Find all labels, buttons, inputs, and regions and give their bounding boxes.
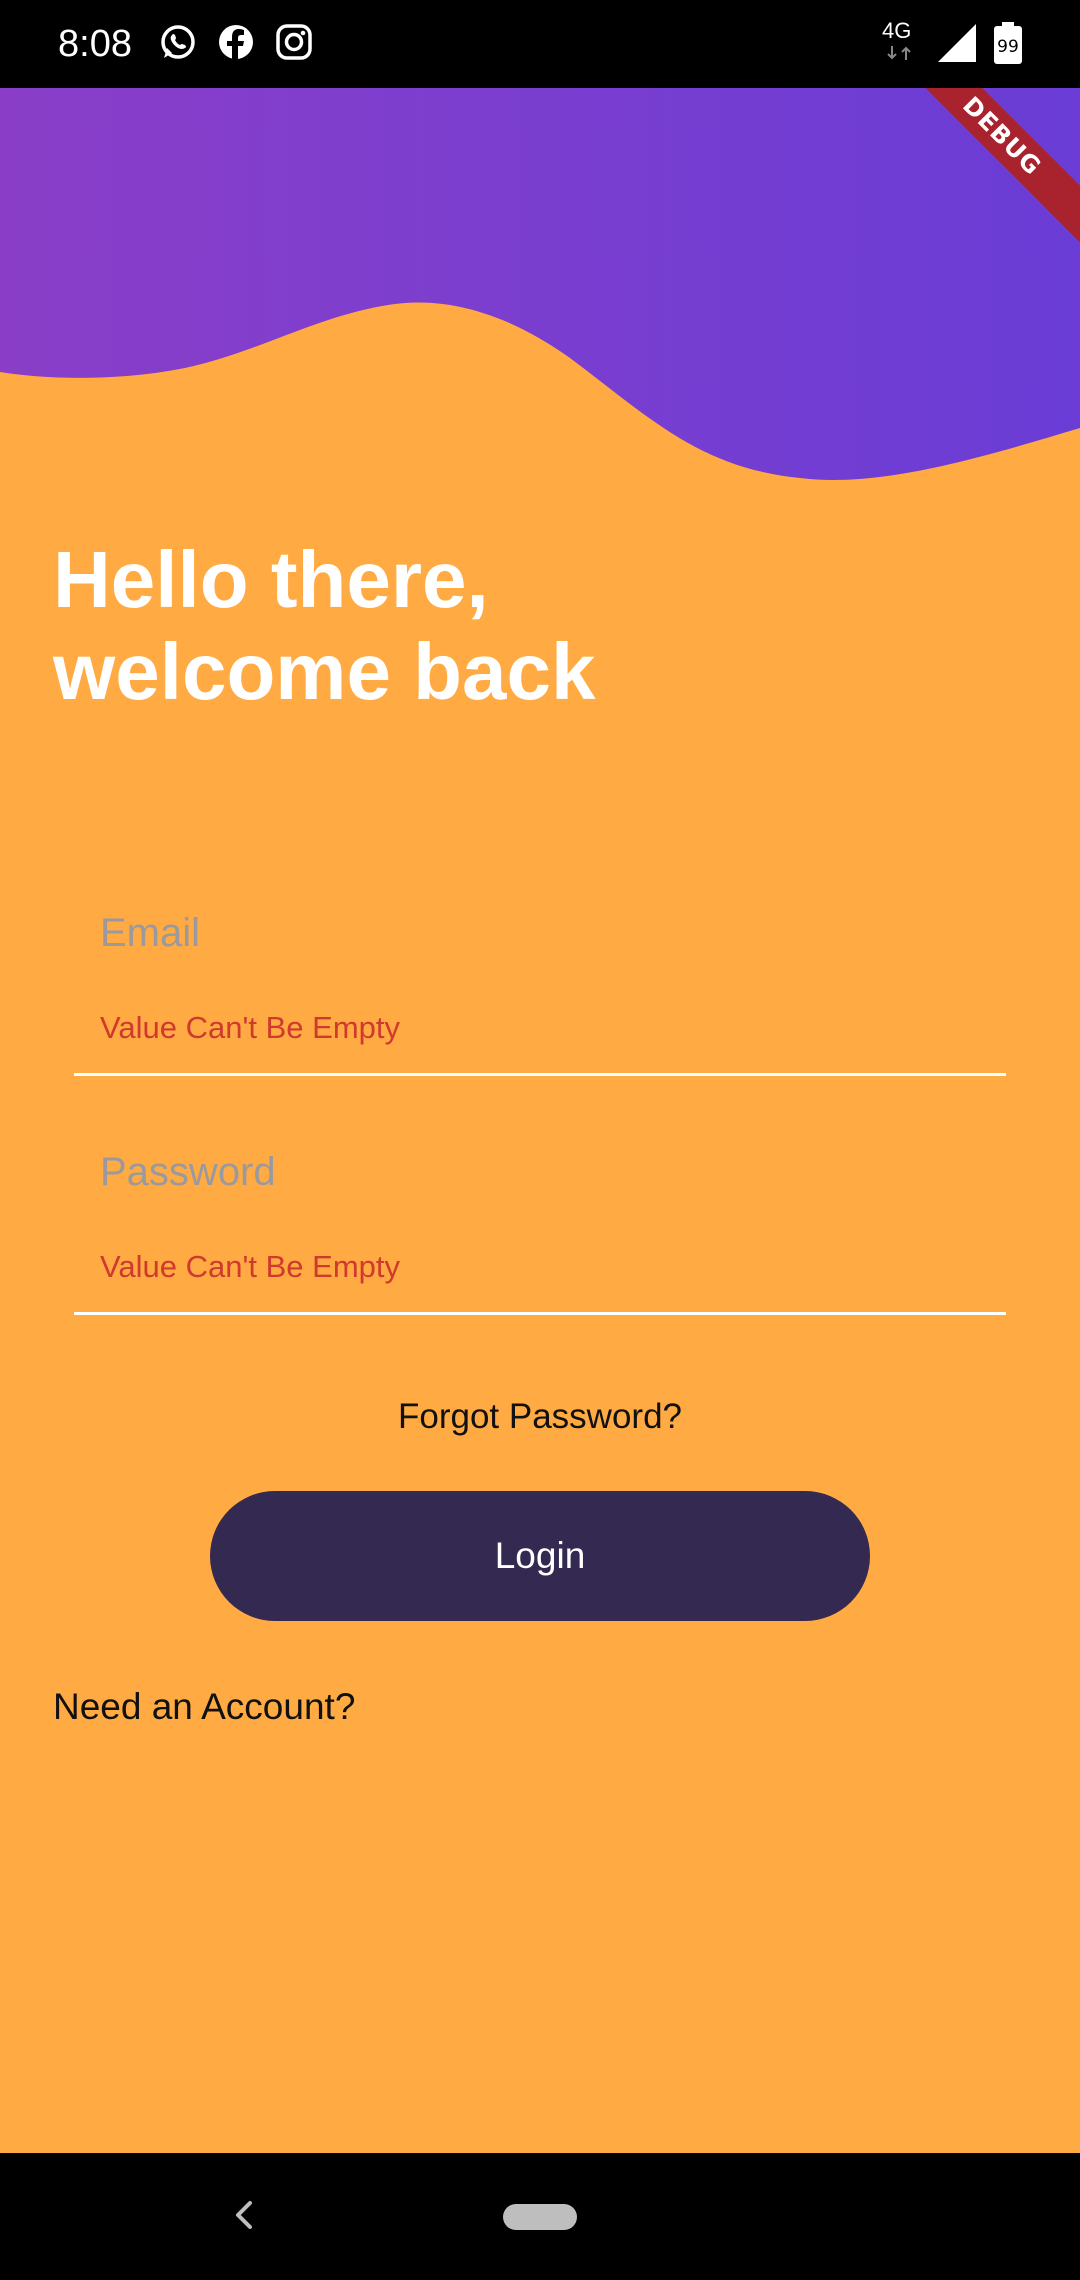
password-underline: [74, 1312, 1006, 1315]
status-bar: 8:08 4G 99: [0, 0, 1080, 88]
login-button[interactable]: Login: [210, 1491, 870, 1621]
greeting-heading: Hello there, welcome back: [53, 534, 953, 718]
greeting-line-1: Hello there,: [53, 535, 489, 624]
whatsapp-icon: [161, 25, 195, 59]
status-time: 8:08: [58, 23, 132, 65]
need-account-link[interactable]: Need an Account?: [53, 1684, 355, 1730]
network-type-label: 4G: [882, 18, 912, 43]
battery-level: 99: [997, 37, 1019, 57]
navigation-bar: [0, 2153, 1080, 2280]
facebook-icon: [219, 25, 253, 60]
battery-icon: 99: [994, 22, 1022, 64]
signal-icon: [938, 24, 976, 62]
instagram-icon: [276, 24, 312, 60]
password-placeholder: Password: [100, 1150, 276, 1194]
phone-screen: 8:08 4G 99 DEBUG Hello there, welcome ba…: [0, 0, 1080, 2280]
back-icon[interactable]: [226, 2195, 262, 2235]
login-screen: DEBUG Hello there, welcome back Email Va…: [0, 88, 1080, 2153]
password-field[interactable]: Password Value Can't Be Empty: [74, 1147, 1006, 1317]
forgot-password-link[interactable]: Forgot Password?: [0, 1394, 1080, 1440]
greeting-line-2: welcome back: [53, 627, 596, 716]
email-field[interactable]: Email Value Can't Be Empty: [74, 908, 1006, 1078]
email-placeholder: Email: [100, 911, 201, 955]
data-arrows-icon: [887, 46, 911, 60]
password-error: Value Can't Be Empty: [100, 1249, 400, 1284]
email-underline: [74, 1073, 1006, 1076]
home-pill[interactable]: [503, 2204, 577, 2230]
header-wave: [0, 88, 1080, 480]
email-error: Value Can't Be Empty: [100, 1010, 400, 1045]
